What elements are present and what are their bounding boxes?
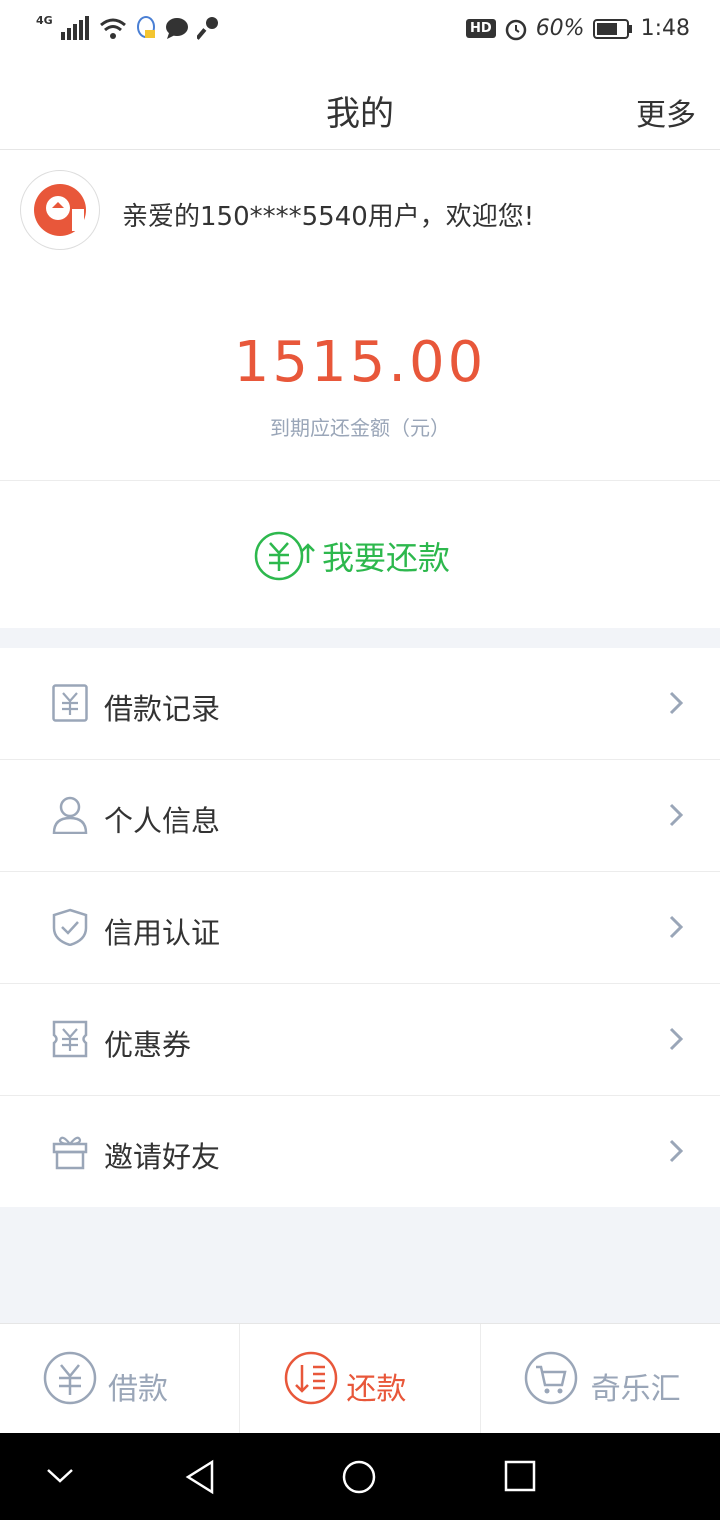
tab-label: 还款: [346, 1372, 407, 1407]
message-icon: [165, 18, 188, 39]
coupon-icon: [52, 1020, 88, 1058]
wifi-icon: [99, 18, 126, 39]
qq-icon: [136, 16, 155, 38]
tab-repay[interactable]: 还款: [240, 1324, 481, 1434]
chevron-right-icon: [669, 915, 684, 939]
menu-item-loan-records[interactable]: 借款记录: [0, 648, 720, 760]
alarm-icon: [505, 19, 526, 40]
repay-label: 我要还款: [322, 539, 451, 577]
due-amount: 1515.00: [233, 330, 487, 395]
app-logo-icon: [34, 184, 86, 236]
battery-percent: 60%: [535, 16, 585, 41]
system-nav-bar: [0, 1433, 720, 1520]
menu-item-personal-info[interactable]: 个人信息: [0, 760, 720, 872]
signal-icon: [60, 16, 89, 40]
network-type: 4G: [36, 13, 53, 27]
greeting-text: 亲爱的150****5540用户，欢迎您!: [122, 202, 535, 232]
back-icon[interactable]: [182, 1459, 218, 1495]
chevron-right-icon: [669, 1027, 684, 1051]
menu-item-credit-auth[interactable]: 信用认证: [0, 872, 720, 984]
avatar[interactable]: [20, 170, 100, 250]
chevron-right-icon: [669, 1139, 684, 1163]
menu-item-label: 信用认证: [104, 916, 221, 950]
menu-item-label: 邀请好友: [104, 1140, 221, 1174]
chevron-right-icon: [669, 691, 684, 715]
battery-icon: [592, 18, 632, 39]
chevron-down-icon[interactable]: [44, 1459, 76, 1491]
repay-icon: [285, 1351, 338, 1405]
yuan-receipt-icon: [52, 684, 88, 722]
shield-check-icon: [52, 908, 88, 946]
menu-item-label: 优惠券: [104, 1028, 192, 1062]
hd-badge: HD: [466, 19, 496, 38]
yuan-circle-icon: [43, 1351, 97, 1405]
cart-icon: [524, 1351, 577, 1405]
chevron-right-icon: [669, 803, 684, 827]
status-left: 4G: [36, 13, 219, 40]
status-right: HD 60% 1:48: [466, 16, 690, 41]
tab-label: 借款: [108, 1372, 168, 1407]
menu-list: 借款记录 个人信息 信用认证 优惠券 邀请好友: [0, 648, 720, 1207]
clock: 1:48: [640, 16, 690, 41]
repay-section: 我要还款: [0, 481, 720, 628]
gift-icon: [52, 1136, 88, 1170]
account-summary: 亲爱的150****5540用户，欢迎您! 1515.00 到期应还金额（元）: [0, 150, 720, 481]
repay-button[interactable]: 我要还款: [254, 529, 450, 583]
due-amount-label: 到期应还金额（元）: [270, 416, 450, 440]
recent-apps-icon[interactable]: [503, 1459, 537, 1493]
header: 我的 更多: [0, 62, 720, 150]
menu-item-coupons[interactable]: 优惠券: [0, 984, 720, 1096]
user-icon: [52, 796, 88, 834]
menu-item-label: 借款记录: [104, 692, 221, 726]
tab-qilehui[interactable]: 奇乐汇: [481, 1324, 720, 1434]
status-bar: 4G HD 60% 1:48: [0, 0, 720, 62]
menu-item-label: 个人信息: [104, 804, 221, 838]
yuan-up-icon: [254, 531, 315, 581]
home-icon[interactable]: [341, 1459, 377, 1495]
tab-borrow[interactable]: 借款: [0, 1324, 241, 1434]
menu-item-invite-friends[interactable]: 邀请好友: [0, 1096, 720, 1207]
tab-label: 奇乐汇: [590, 1372, 681, 1407]
tab-bar: 借款 还款 奇乐汇: [0, 1323, 720, 1434]
key-icon: [196, 17, 218, 40]
more-button[interactable]: 更多: [636, 90, 696, 134]
page-title: 我的: [326, 94, 394, 134]
